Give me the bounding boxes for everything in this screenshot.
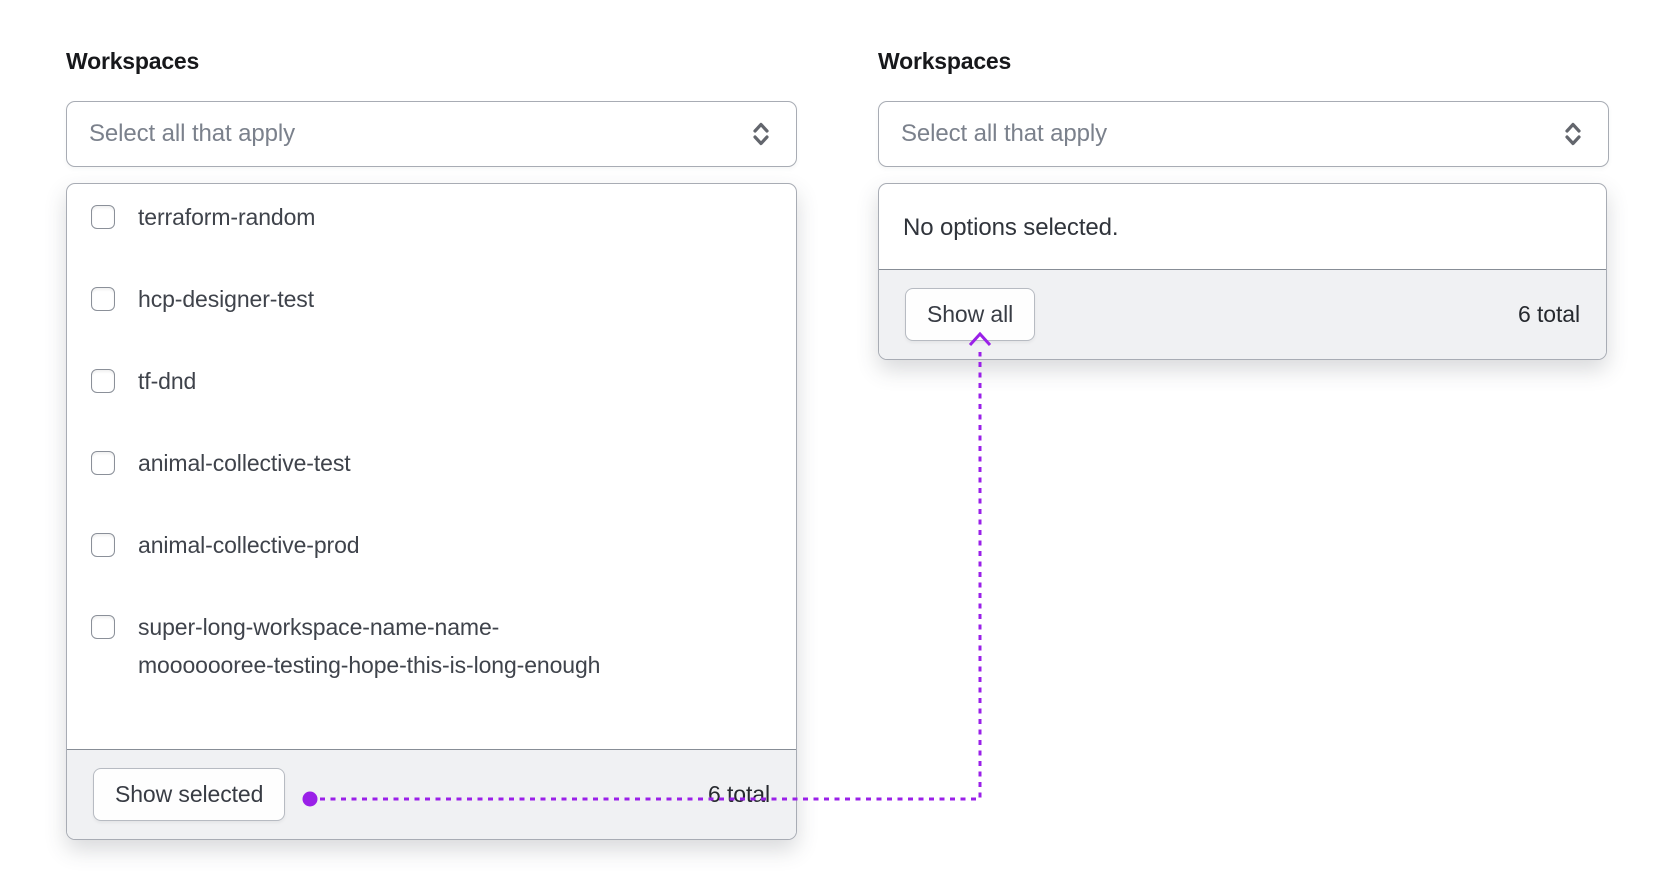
option-super-long-workspace-name[interactable]: super-long-workspace-name-name- moooooor… xyxy=(91,608,772,684)
option-label: animal-collective-test xyxy=(138,450,351,476)
total-count: 6 total xyxy=(708,781,770,807)
option-label: tf-dnd xyxy=(138,368,197,394)
checkbox-unchecked-icon[interactable] xyxy=(91,533,115,557)
canvas: Workspaces Select all that apply terrafo… xyxy=(0,0,1672,892)
caret-sort-icon xyxy=(753,122,769,146)
workspaces-label-left: Workspaces xyxy=(66,48,200,74)
option-hcp-designer-test[interactable]: hcp-designer-test xyxy=(91,280,772,318)
option-label: animal-collective-prod xyxy=(138,532,360,558)
checkbox-unchecked-icon[interactable] xyxy=(91,369,115,393)
option-tf-dnd[interactable]: tf-dnd xyxy=(91,362,772,400)
workspaces-select-trigger-right[interactable]: Select all that apply xyxy=(878,101,1609,167)
dropdown-footer: Show selected 6 total xyxy=(67,749,796,839)
option-animal-collective-test[interactable]: animal-collective-test xyxy=(91,444,772,482)
caret-sort-icon xyxy=(1565,122,1581,146)
show-all-button[interactable]: Show all xyxy=(905,288,1036,341)
option-label-line-2: mooooooree-testing-hope-this-is-long-eno… xyxy=(138,652,601,678)
option-label-line-1: super-long-workspace-name-name- xyxy=(138,614,500,640)
option-animal-collective-prod[interactable]: animal-collective-prod xyxy=(91,526,772,564)
checkbox-unchecked-icon[interactable] xyxy=(91,615,115,639)
total-count: 6 total xyxy=(1518,301,1580,327)
empty-dropdown-panel: No options selected. Show all 6 total xyxy=(878,183,1607,360)
checkbox-unchecked-icon[interactable] xyxy=(91,451,115,475)
show-selected-button[interactable]: Show selected xyxy=(93,768,286,821)
select-placeholder: Select all that apply xyxy=(901,120,1108,147)
checkbox-unchecked-icon[interactable] xyxy=(91,205,115,229)
checkbox-unchecked-icon[interactable] xyxy=(91,287,115,311)
dropdown-footer: Show all 6 total xyxy=(879,269,1606,359)
options-dropdown-panel: terraform-random hcp-designer-test tf-dn… xyxy=(66,183,797,840)
option-label: super-long-workspace-name-name- moooooor… xyxy=(138,608,600,684)
workspaces-select-trigger-left[interactable]: Select all that apply xyxy=(66,101,797,167)
option-label: terraform-random xyxy=(138,204,316,230)
workspaces-label-right: Workspaces xyxy=(878,48,1012,74)
no-options-message: No options selected. xyxy=(903,214,1119,241)
options-list: terraform-random hcp-designer-test tf-dn… xyxy=(67,184,796,684)
option-label: hcp-designer-test xyxy=(138,286,314,312)
option-terraform-random[interactable]: terraform-random xyxy=(91,198,772,236)
select-placeholder: Select all that apply xyxy=(89,120,296,147)
